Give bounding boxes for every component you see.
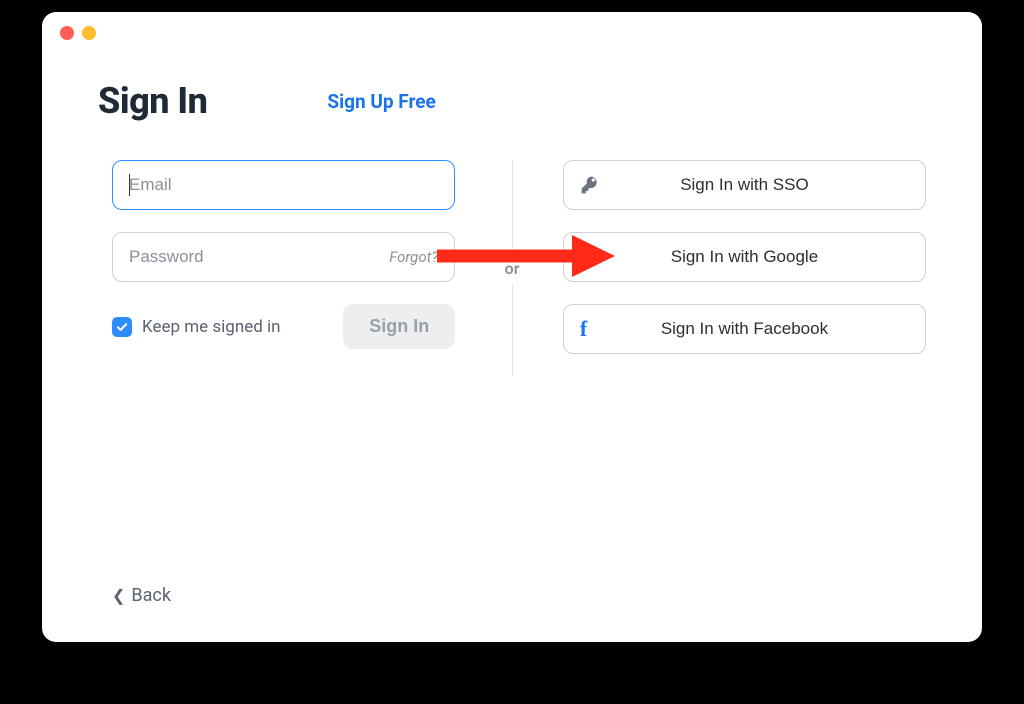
- facebook-button-label: Sign In with Facebook: [606, 319, 909, 339]
- google-button[interactable]: Sign In with Google: [563, 232, 926, 282]
- social-column: Sign In with SSO Sign In with Google: [539, 160, 926, 376]
- email-field[interactable]: [112, 160, 455, 210]
- content-area: Sign In Sign Up Free Forgot?: [42, 40, 982, 396]
- header-row: Sign In Sign Up Free: [98, 80, 926, 122]
- chevron-left-icon: ❮: [112, 586, 125, 605]
- email-input[interactable]: [129, 175, 438, 195]
- sso-button-label: Sign In with SSO: [606, 175, 909, 195]
- facebook-button[interactable]: f Sign In with Facebook: [563, 304, 926, 354]
- checkmark-icon: [115, 320, 129, 334]
- password-field[interactable]: Forgot?: [112, 232, 455, 282]
- columns: Forgot? Keep me signed in Sign In or: [98, 160, 926, 376]
- signin-button[interactable]: Sign In: [343, 304, 455, 349]
- signup-free-link[interactable]: Sign Up Free: [327, 90, 435, 113]
- window-minimize-dot[interactable]: [82, 26, 96, 40]
- keep-signed-in[interactable]: Keep me signed in: [112, 317, 281, 337]
- text-caret: [129, 174, 130, 196]
- sso-button[interactable]: Sign In with SSO: [563, 160, 926, 210]
- page-title: Sign In: [98, 80, 207, 122]
- keep-signed-in-checkbox[interactable]: [112, 317, 132, 337]
- back-label: Back: [131, 585, 171, 606]
- google-button-label: Sign In with Google: [606, 247, 909, 267]
- divider: or: [485, 160, 539, 376]
- key-icon: [580, 175, 606, 195]
- keep-signed-in-label: Keep me signed in: [142, 317, 281, 337]
- google-icon: [580, 247, 606, 267]
- credentials-column: Forgot? Keep me signed in Sign In: [98, 160, 485, 376]
- bottom-row: Keep me signed in Sign In: [112, 304, 455, 349]
- signin-window: Sign In Sign Up Free Forgot?: [42, 12, 982, 642]
- window-close-dot[interactable]: [60, 26, 74, 40]
- facebook-icon: f: [580, 316, 606, 342]
- back-link[interactable]: ❮ Back: [112, 585, 171, 606]
- forgot-password-link[interactable]: Forgot?: [389, 248, 438, 266]
- or-label: or: [505, 253, 520, 284]
- window-titlebar: [42, 12, 982, 40]
